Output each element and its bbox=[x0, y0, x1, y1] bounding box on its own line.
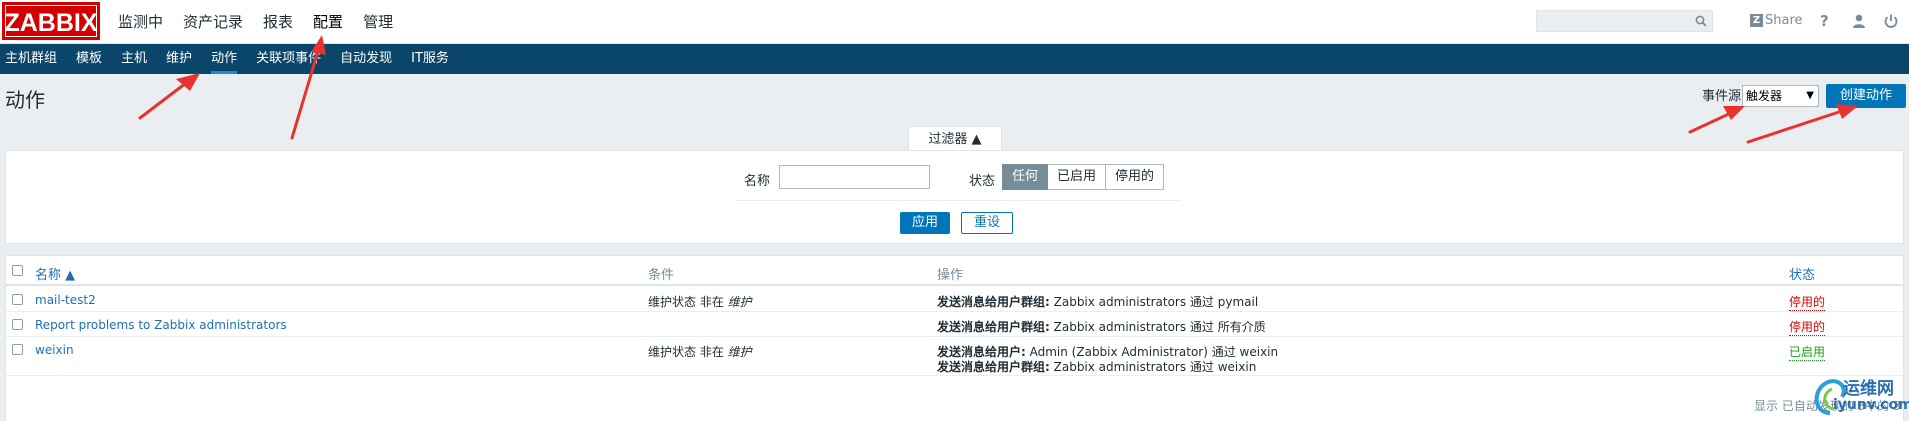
sub-nav-templates[interactable]: 模板 bbox=[76, 44, 102, 74]
sub-nav-maintenance[interactable]: 维护 bbox=[166, 44, 192, 74]
table-row: weixin 维护状态 非在 维护 发送消息给用户: Admin (Zabbix… bbox=[6, 338, 1903, 376]
sub-nav-discovery[interactable]: 自动发现 bbox=[340, 44, 392, 74]
sub-nav-event-correlation[interactable]: 关联项事件 bbox=[256, 44, 321, 74]
action-name-link[interactable]: weixin bbox=[35, 343, 74, 357]
condition-value: 维护 bbox=[727, 295, 752, 309]
column-name-sort[interactable]: 名称 ▲ bbox=[35, 264, 75, 283]
action-name-link[interactable]: mail-test2 bbox=[35, 293, 96, 307]
operation-label: 发送消息给用户群组: bbox=[937, 320, 1050, 334]
action-operation: 发送消息给用户群组: Zabbix administrators 通过 所有介质 bbox=[937, 318, 1266, 335]
search-input[interactable] bbox=[1536, 10, 1713, 32]
filter-tab[interactable]: 过滤器 ▲ bbox=[908, 126, 1002, 152]
event-source-select[interactable]: 触发器 ▼ bbox=[1742, 85, 1819, 107]
table-row: Report problems to Zabbix administrators… bbox=[6, 313, 1903, 337]
share-button[interactable]: Z Share bbox=[1750, 13, 1803, 28]
main-nav-monitoring[interactable]: 监测中 bbox=[118, 0, 163, 44]
main-nav-reports[interactable]: 报表 bbox=[263, 0, 293, 44]
filter-name-input[interactable] bbox=[779, 165, 930, 189]
zabbix-logo[interactable]: ZABBIX bbox=[2, 2, 100, 40]
action-name-link[interactable]: Report problems to Zabbix administrators bbox=[35, 318, 287, 332]
action-operation: 发送消息给用户群组: Zabbix administrators 通过 weix… bbox=[937, 358, 1256, 375]
main-nav-configuration[interactable]: 配置 bbox=[313, 0, 343, 44]
condition-value: 维护 bbox=[727, 345, 752, 359]
sub-nav-it-services[interactable]: IT服务 bbox=[411, 44, 449, 74]
filter-panel: 名称 状态 任何 已启用 停用的 应用 重设 bbox=[5, 150, 1904, 244]
select-all-checkbox[interactable] bbox=[12, 265, 23, 276]
action-condition: 维护状态 非在 维护 bbox=[648, 293, 752, 310]
annotation-arrow bbox=[1688, 106, 1745, 134]
filter-status-segmented: 任何 已启用 停用的 bbox=[1002, 164, 1165, 190]
table-header: 名称 ▲ 条件 操作 状态 bbox=[6, 256, 1903, 286]
main-nav-administration[interactable]: 管理 bbox=[363, 0, 393, 44]
table-row: mail-test2 维护状态 非在 维护 发送消息给用户群组: Zabbix … bbox=[6, 288, 1903, 312]
column-operations: 操作 bbox=[937, 268, 964, 283]
status-option-disabled[interactable]: 停用的 bbox=[1106, 164, 1165, 190]
column-conditions: 条件 bbox=[648, 268, 675, 283]
dropdown-arrow-icon: ▼ bbox=[1806, 90, 1814, 101]
watermark-url: iyunv.com bbox=[1833, 397, 1909, 413]
page-title: 动作 bbox=[5, 88, 45, 112]
condition-text: 维护状态 非在 bbox=[648, 295, 728, 309]
annotation-arrow bbox=[138, 73, 200, 120]
event-source-label: 事件源 bbox=[1702, 89, 1742, 104]
operation-text: Zabbix administrators 通过 pymail bbox=[1049, 295, 1259, 309]
operation-label: 发送消息给用户群组: bbox=[937, 360, 1050, 374]
main-nav-inventory[interactable]: 资产记录 bbox=[183, 0, 243, 44]
row-checkbox[interactable] bbox=[12, 319, 23, 330]
row-checkbox[interactable] bbox=[12, 294, 23, 305]
apply-button[interactable]: 应用 bbox=[900, 212, 950, 234]
operation-text: Zabbix administrators 通过 所有介质 bbox=[1049, 320, 1266, 334]
share-label: Share bbox=[1765, 13, 1803, 28]
sub-nav-hosts[interactable]: 主机 bbox=[121, 44, 147, 74]
column-status[interactable]: 状态 bbox=[1789, 264, 1815, 283]
search-icon[interactable] bbox=[1695, 15, 1707, 27]
condition-text: 维护状态 非在 bbox=[648, 345, 728, 359]
sub-nav: 主机群组 模板 主机 维护 动作 关联项事件 自动发现 IT服务 bbox=[0, 44, 1909, 74]
status-badge-enabled[interactable]: 已启用 bbox=[1789, 343, 1826, 361]
create-action-button[interactable]: 创建动作 bbox=[1826, 84, 1906, 108]
status-badge-disabled[interactable]: 停用的 bbox=[1789, 293, 1826, 311]
actions-table: 名称 ▲ 条件 操作 状态 mail-test2 维护状态 非在 维护 发送消息… bbox=[5, 255, 1904, 421]
operation-label: 发送消息给用户群组: bbox=[937, 295, 1050, 309]
action-operation: 发送消息给用户群组: Zabbix administrators 通过 pyma… bbox=[937, 293, 1258, 310]
sign-out-icon[interactable] bbox=[1883, 13, 1899, 29]
zabbix-share-icon: Z bbox=[1750, 14, 1763, 27]
annotation-arrow bbox=[1746, 104, 1858, 144]
filter-status-label: 状态 bbox=[969, 174, 996, 189]
watermark-text: 运维网 bbox=[1843, 379, 1894, 399]
operation-text: Admin (Zabbix Administrator) 通过 weixin bbox=[1025, 345, 1279, 359]
filter-divider bbox=[736, 200, 1181, 201]
status-option-any[interactable]: 任何 bbox=[1002, 164, 1049, 190]
sub-nav-host-groups[interactable]: 主机群组 bbox=[5, 44, 57, 74]
main-nav: 监测中 资产记录 报表 配置 管理 bbox=[118, 0, 413, 44]
top-header: ZABBIX 监测中 资产记录 报表 配置 管理 Z Share ? bbox=[0, 0, 1909, 44]
operation-text: Zabbix administrators 通过 weixin bbox=[1049, 360, 1257, 374]
help-icon[interactable]: ? bbox=[1820, 12, 1829, 30]
user-profile-icon[interactable] bbox=[1851, 13, 1867, 29]
sub-nav-actions[interactable]: 动作 bbox=[211, 44, 238, 74]
row-checkbox[interactable] bbox=[12, 344, 23, 355]
action-condition: 维护状态 非在 维护 bbox=[648, 343, 752, 360]
operation-label: 发送消息给用户: bbox=[937, 345, 1026, 359]
status-option-enabled[interactable]: 已启用 bbox=[1048, 164, 1107, 190]
event-source-value: 触发器 bbox=[1746, 89, 1783, 103]
status-badge-disabled[interactable]: 停用的 bbox=[1789, 318, 1826, 336]
filter-name-label: 名称 bbox=[744, 174, 771, 189]
reset-button[interactable]: 重设 bbox=[961, 212, 1013, 234]
